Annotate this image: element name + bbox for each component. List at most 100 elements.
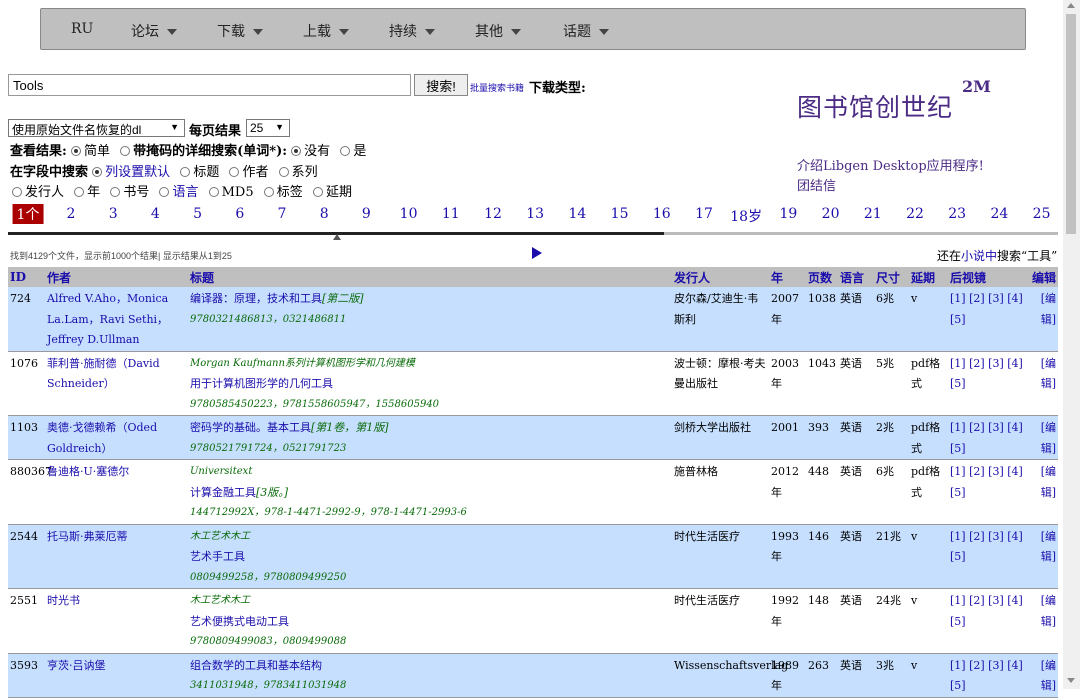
- page-link[interactable]: 18岁: [730, 206, 762, 226]
- page-link[interactable]: 23: [948, 206, 966, 222]
- nav-item-2[interactable]: 下载: [217, 21, 263, 41]
- cell-edit[interactable]: [编辑]: [1028, 459, 1058, 525]
- pagination-scroller-track[interactable]: [8, 232, 1058, 235]
- cell-mirrors[interactable]: [1] [2] [3] [4] [5]: [948, 287, 1028, 352]
- radio-field-isbn[interactable]: [110, 187, 121, 197]
- page-link[interactable]: 13: [526, 206, 544, 222]
- nav-item-3[interactable]: 上载: [303, 21, 349, 41]
- cell-edit[interactable]: [编辑]: [1028, 287, 1058, 352]
- radio-field-title[interactable]: [180, 167, 191, 177]
- nav-item-6[interactable]: 话题: [563, 21, 609, 41]
- page-link[interactable]: 25: [1033, 206, 1051, 222]
- radio-field-author[interactable]: [229, 167, 240, 177]
- cell-author[interactable]: Alfred V.Aho，Monica La.Lam，Ravi Sethi，Je…: [45, 287, 188, 352]
- series-link[interactable]: Universitext: [190, 462, 670, 483]
- search-input[interactable]: [8, 74, 411, 96]
- radio-field-series[interactable]: [278, 167, 289, 177]
- cell-edit[interactable]: [编辑]: [1028, 653, 1058, 698]
- radio-field-tags[interactable]: [263, 187, 274, 197]
- per-page-select[interactable]: 25 ▼: [246, 119, 290, 137]
- cell-edit[interactable]: [编辑]: [1028, 351, 1058, 416]
- page-link[interactable]: 12: [484, 206, 502, 222]
- filename-select[interactable]: 使用原始文件名恢复的dl ▼: [8, 119, 185, 137]
- column-header[interactable]: 尺寸: [874, 267, 909, 287]
- page-link[interactable]: 2: [67, 206, 76, 222]
- page-current[interactable]: 1个: [12, 204, 44, 224]
- page-link[interactable]: 4: [151, 206, 160, 222]
- radio-field-language[interactable]: [159, 187, 170, 197]
- page-link[interactable]: 17: [695, 206, 713, 222]
- cell-author[interactable]: 鲁迪格·U·塞德尔: [45, 459, 188, 525]
- title-link[interactable]: 艺术手工具: [190, 550, 245, 563]
- radio-field-publisher[interactable]: [12, 187, 22, 197]
- radio-field-md5[interactable]: [208, 187, 219, 197]
- title-link[interactable]: 用于计算机图形学的几何工具: [190, 377, 333, 390]
- title-link[interactable]: 密码学的基础。基本工具: [190, 421, 311, 434]
- column-header[interactable]: 延期: [909, 267, 948, 287]
- page-link[interactable]: 11: [442, 206, 460, 222]
- series-link[interactable]: Morgan Kaufmann系列计算机图形学和几何建模: [190, 354, 670, 375]
- page-link[interactable]: 22: [906, 206, 924, 222]
- cell-author[interactable]: 奥德·戈德赖希（Oded Goldreich）: [45, 415, 188, 460]
- column-header[interactable]: 编辑: [1028, 267, 1058, 287]
- nav-item-4[interactable]: 持续: [389, 21, 435, 41]
- title-link[interactable]: 计算金融工具: [190, 486, 256, 499]
- cell-mirrors[interactable]: [1] [2] [3] [4] [5]: [948, 588, 1028, 654]
- cell-author[interactable]: 菲利普·施耐德（David Schneider）: [45, 351, 188, 416]
- libgen-desktop-link[interactable]: 介绍Libgen Desktop应用程序!: [797, 155, 984, 174]
- column-header[interactable]: 页数: [806, 267, 838, 287]
- site-logo[interactable]: 图书馆创世纪: [797, 88, 953, 124]
- column-header[interactable]: 语言: [838, 267, 874, 287]
- radio-field-extension[interactable]: [312, 187, 323, 197]
- nav-item-0[interactable]: RU: [71, 21, 93, 37]
- page-scrollbar[interactable]: [1063, 0, 1080, 689]
- cell-mirrors[interactable]: [1] [2] [3] [4] [5]: [948, 524, 1028, 589]
- page-link[interactable]: 6: [235, 206, 244, 222]
- batch-search-link[interactable]: 批量搜索书籍: [470, 81, 524, 94]
- nav-item-1[interactable]: 论坛: [131, 21, 177, 41]
- radio-mask-none[interactable]: [291, 146, 302, 156]
- page-link[interactable]: 21: [864, 206, 882, 222]
- title-link[interactable]: 艺术便携式电动工具: [190, 615, 289, 628]
- series-link[interactable]: 木工艺术木工: [190, 591, 670, 612]
- pagination-scroller-handle[interactable]: [333, 234, 341, 240]
- page-link[interactable]: 20: [822, 206, 840, 222]
- next-page-arrow-icon[interactable]: [532, 247, 542, 259]
- page-link[interactable]: 7: [278, 206, 287, 222]
- column-header[interactable]: 年: [769, 267, 806, 287]
- cell-edit[interactable]: [编辑]: [1028, 524, 1058, 589]
- cell-author[interactable]: 托马斯·弗莱厄蒂: [45, 524, 188, 589]
- page-link[interactable]: 3: [109, 206, 118, 222]
- cell-author[interactable]: 时光书: [45, 588, 188, 654]
- column-header[interactable]: 作者: [45, 267, 188, 287]
- fiction-search-link[interactable]: 小说中: [961, 249, 997, 263]
- radio-field-year[interactable]: [74, 187, 85, 197]
- cell-mirrors[interactable]: [1] [2] [3] [4] [5]: [948, 459, 1028, 525]
- page-link[interactable]: 5: [193, 206, 202, 222]
- radio-view-simple[interactable]: [70, 146, 81, 156]
- column-header[interactable]: 标题: [188, 267, 672, 287]
- search-button[interactable]: 搜索!: [414, 74, 468, 96]
- page-link[interactable]: 24: [990, 206, 1008, 222]
- column-header[interactable]: 发行人: [672, 267, 769, 287]
- radio-field-default[interactable]: [92, 167, 103, 177]
- cell-edit[interactable]: [编辑]: [1028, 415, 1058, 460]
- cell-author[interactable]: 亨茨·吕讷堡: [45, 653, 188, 698]
- column-header[interactable]: 后视镜: [948, 267, 1028, 287]
- series-link[interactable]: 木工艺术木工: [190, 527, 670, 548]
- page-link[interactable]: 9: [362, 206, 371, 222]
- page-link[interactable]: 14: [568, 206, 586, 222]
- radio-view-detailed[interactable]: [120, 146, 131, 156]
- title-link[interactable]: 编译器：原理，技术和工具: [190, 292, 322, 305]
- cell-mirrors[interactable]: [1] [2] [3] [4] [5]: [948, 653, 1028, 698]
- title-link[interactable]: 组合数学的工具和基本结构: [190, 659, 322, 672]
- page-link[interactable]: 10: [400, 206, 418, 222]
- cell-mirrors[interactable]: [1] [2] [3] [4] [5]: [948, 351, 1028, 416]
- nav-item-5[interactable]: 其他: [475, 21, 521, 41]
- cell-mirrors[interactable]: [1] [2] [3] [4] [5]: [948, 415, 1028, 460]
- radio-mask-yes[interactable]: [340, 146, 351, 156]
- scroll-down-icon[interactable]: [1067, 678, 1075, 683]
- page-link[interactable]: 19: [779, 206, 797, 222]
- column-header[interactable]: ID: [8, 267, 45, 287]
- cell-edit[interactable]: [编辑]: [1028, 588, 1058, 654]
